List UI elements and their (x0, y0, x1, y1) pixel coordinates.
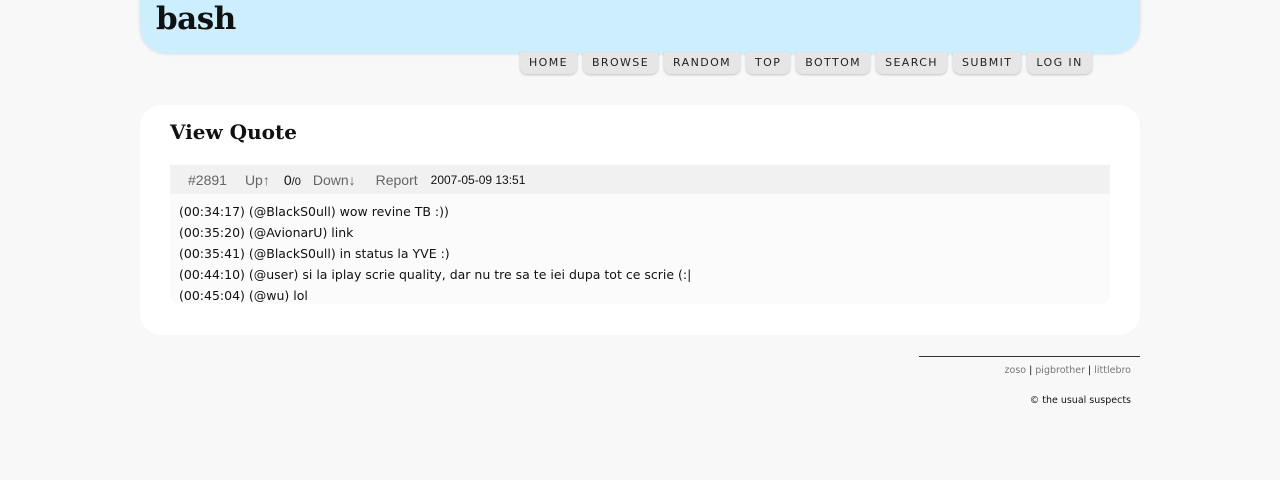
site-logo[interactable]: bash (156, 1, 236, 37)
nav-top[interactable]: TOP (746, 52, 791, 74)
nav-submit[interactable]: SUBMIT (952, 52, 1022, 74)
nav-random[interactable]: RANDOM (664, 52, 741, 74)
quote-box: #2891 Up↑ 0/0 Down↓ Report 2007-05-09 13… (170, 165, 1110, 304)
main-nav: HOME BROWSE RANDOM TOP BOTTOM SEARCH SUB… (520, 52, 1092, 75)
vote-up-button[interactable]: Up↑ (245, 172, 270, 188)
quote-date: 2007-05-09 13:51 (430, 172, 526, 187)
footer-link-littlebro[interactable]: littlebro (1094, 365, 1131, 376)
footer-divider (919, 356, 1140, 357)
quote-id-link[interactable]: #2891 (188, 172, 227, 188)
nav-log-in[interactable]: LOG IN (1027, 52, 1092, 74)
footer-link-pigbrother[interactable]: pigbrother (1035, 365, 1085, 376)
nav-bottom[interactable]: BOTTOM (796, 52, 871, 74)
footer-link-zoso[interactable]: zoso (1005, 365, 1027, 376)
site-header: bash (140, 0, 1140, 53)
nav-search[interactable]: SEARCH (876, 52, 947, 74)
quote-score: 0/0 (284, 172, 301, 188)
quote-line: (00:44:10) (@user) si la iplay scrie qua… (179, 267, 692, 282)
nav-browse[interactable]: BROWSE (582, 52, 659, 74)
footer-separator: | (1088, 365, 1092, 376)
copyright: © the usual suspects (1029, 395, 1131, 406)
quote-line: (00:35:20) (@AvionarU) link (179, 225, 354, 240)
vote-count: 0 (294, 175, 301, 188)
quote-line: (00:35:41) (@BlackS0ull) in status la YV… (179, 246, 450, 261)
footer-separator: | (1029, 365, 1033, 376)
quote-text: (00:34:17) (@BlackS0ull) wow revine TB :… (170, 194, 1110, 306)
vote-down-button[interactable]: Down↓ (313, 172, 356, 188)
page-title: View Quote (170, 120, 297, 144)
report-button[interactable]: Report (376, 172, 418, 188)
quote-card: View Quote #2891 Up↑ 0/0 Down↓ Report 20… (140, 105, 1140, 335)
score-value: 0 (283, 171, 292, 188)
nav-home[interactable]: HOME (520, 52, 577, 74)
footer-links: zoso | pigbrother | littlebro (1005, 365, 1131, 376)
quote-line: (00:34:17) (@BlackS0ull) wow revine TB :… (179, 204, 449, 219)
quote-line: (00:45:04) (@wu) lol (179, 288, 308, 303)
quote-toolbar: #2891 Up↑ 0/0 Down↓ Report 2007-05-09 13… (170, 165, 1110, 194)
